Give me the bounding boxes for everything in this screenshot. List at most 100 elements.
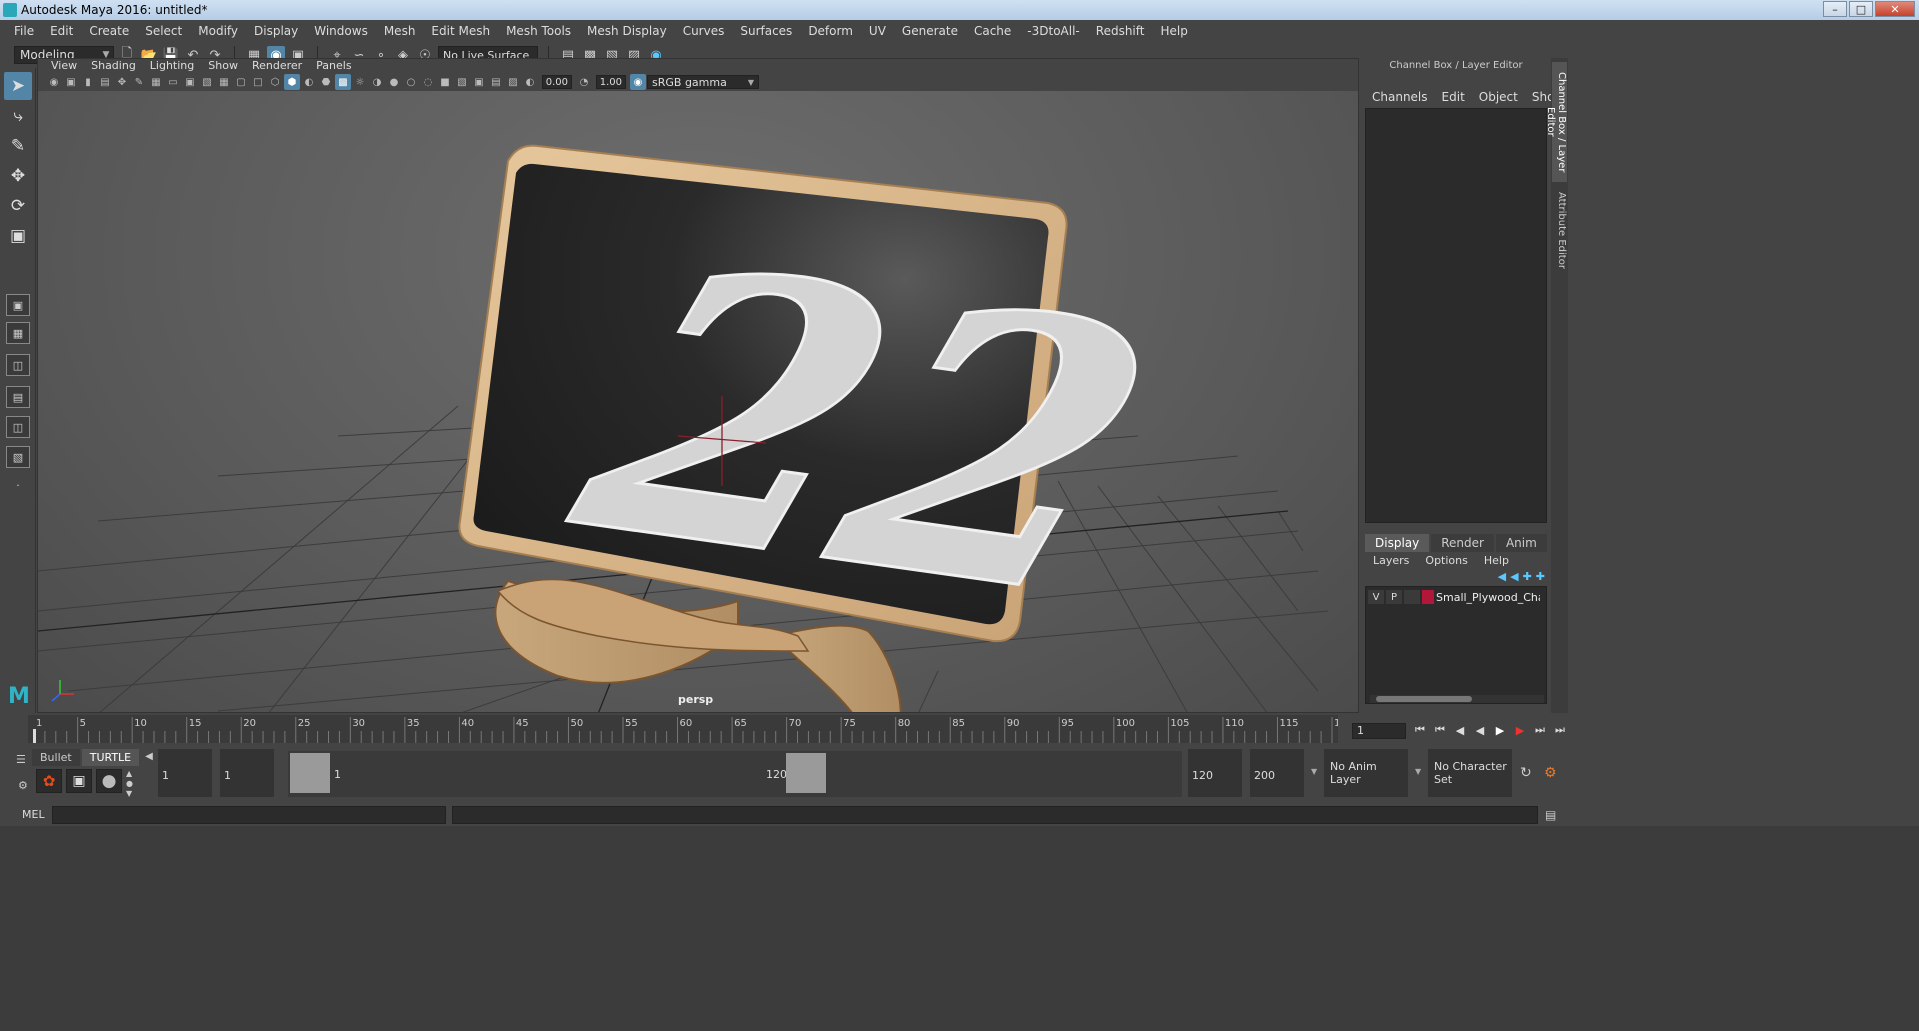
panel-menu-show[interactable]: Show — [201, 59, 245, 73]
menu-generate[interactable]: Generate — [894, 24, 966, 38]
layer-name[interactable]: Small_Plywood_Chalkbo — [1436, 591, 1540, 604]
script-language-label[interactable]: MEL — [22, 808, 45, 821]
menu-cache[interactable]: Cache — [966, 24, 1019, 38]
turtle-bake-icon[interactable]: ▣ — [66, 769, 92, 793]
gamma-field[interactable]: 1.00 — [596, 75, 626, 89]
viewport-persp[interactable]: View Shading Lighting Show Renderer Pane… — [37, 58, 1359, 713]
menu-help[interactable]: Help — [1152, 24, 1195, 38]
layer-list-scrollbar[interactable] — [1370, 695, 1544, 703]
layer-playback-toggle[interactable]: P — [1386, 590, 1402, 604]
safe-title-icon[interactable]: □ — [250, 74, 266, 90]
layer-visibility-toggle[interactable]: V — [1368, 590, 1384, 604]
menu-create[interactable]: Create — [81, 24, 137, 38]
turtle-render-icon[interactable]: ✿ — [36, 769, 62, 793]
xray-icon[interactable]: ▣ — [471, 74, 487, 90]
wireframe-icon[interactable]: ⬡ — [267, 74, 283, 90]
use-default-material-icon[interactable]: ◐ — [301, 74, 317, 90]
gate-mask-icon[interactable]: ▧ — [199, 74, 215, 90]
shelf-tab-bullet[interactable]: Bullet — [32, 749, 80, 766]
tab-anim[interactable]: Anim — [1495, 534, 1547, 552]
go-to-end-icon[interactable]: ⏭ — [1552, 721, 1568, 739]
scale-tool-icon[interactable]: ▣ — [4, 222, 32, 250]
exposure-field[interactable]: 0.00 — [542, 75, 572, 89]
step-forward-key-icon[interactable]: ⏭ — [1532, 721, 1548, 739]
play-backwards-icon[interactable]: ◀ — [1472, 721, 1488, 739]
menu-3dtoall[interactable]: -3DtoAll- — [1019, 24, 1087, 38]
persp-outliner-layout-icon[interactable]: ◫ — [6, 354, 30, 376]
auto-key-icon[interactable]: ↻ — [1520, 765, 1532, 781]
resolution-gate-icon[interactable]: ▣ — [182, 74, 198, 90]
layer-row[interactable]: V P Small_Plywood_Chalkbo — [1368, 589, 1544, 605]
command-input[interactable] — [52, 806, 446, 824]
move-layer-up-icon[interactable]: ◀ — [1498, 570, 1506, 583]
single-perspective-layout-icon[interactable]: ▣ — [6, 294, 30, 316]
select-tool-icon[interactable]: ➤ — [4, 72, 32, 100]
menu-display[interactable]: Display — [246, 24, 306, 38]
menu-deform[interactable]: Deform — [800, 24, 861, 38]
lasso-tool-icon[interactable]: ⤷ — [4, 102, 32, 130]
persp-hypershade-layout-icon[interactable]: ◫ — [6, 416, 30, 438]
channel-box-menu-channels[interactable]: Channels — [1365, 90, 1435, 104]
chevron-down-icon[interactable]: ▼ — [1415, 767, 1421, 776]
tab-channel-box-layer-editor[interactable]: Channel Box / Layer Editor — [1545, 62, 1567, 182]
screen-space-ao-icon[interactable]: ● — [386, 74, 402, 90]
xray-components-icon[interactable]: ▨ — [505, 74, 521, 90]
step-back-frame-icon[interactable]: ◀ — [1452, 721, 1468, 739]
use-all-lights-icon[interactable]: ☼ — [352, 74, 368, 90]
menu-edit[interactable]: Edit — [42, 24, 81, 38]
panel-menu-renderer[interactable]: Renderer — [245, 59, 309, 73]
script-editor-icon[interactable]: ▤ — [1545, 808, 1556, 822]
tab-render[interactable]: Render — [1431, 534, 1494, 552]
animation-end-field[interactable]: 200 — [1250, 749, 1304, 797]
menu-modify[interactable]: Modify — [190, 24, 246, 38]
channel-box-area[interactable] — [1365, 108, 1547, 523]
xray-joints-icon[interactable]: ▤ — [488, 74, 504, 90]
playback-end-field[interactable]: 120 — [1188, 749, 1242, 797]
safe-action-icon[interactable]: ▢ — [233, 74, 249, 90]
character-set-selector[interactable]: No Character Set — [1428, 749, 1512, 797]
layer-menu-layers[interactable]: Layers — [1365, 554, 1417, 567]
current-frame-field[interactable]: 1 — [1352, 723, 1406, 739]
panel-menu-view[interactable]: View — [44, 59, 84, 73]
anim-layer-selector[interactable]: No Anim Layer — [1324, 749, 1408, 797]
camera-icon[interactable]: ◉ — [46, 74, 62, 90]
channel-box-menu-edit[interactable]: Edit — [1435, 90, 1472, 104]
textured-icon[interactable]: ▩ — [335, 74, 351, 90]
persp-uv-layout-icon[interactable]: ▧ — [6, 446, 30, 468]
2d-pan-zoom-icon[interactable]: ✥ — [114, 74, 130, 90]
move-layer-down-icon[interactable]: ◀ — [1510, 570, 1518, 583]
playback-start-field[interactable]: 1 — [220, 749, 274, 797]
shelf-menu-icon[interactable]: ☰ — [16, 753, 26, 766]
play-forwards-icon[interactable]: ▶ — [1492, 721, 1508, 739]
color-management-icon[interactable]: ◉ — [630, 74, 646, 90]
menu-curves[interactable]: Curves — [675, 24, 733, 38]
new-layer-from-selection-icon[interactable]: ✚ — [1536, 570, 1545, 583]
menu-redshift[interactable]: Redshift — [1088, 24, 1153, 38]
menu-windows[interactable]: Windows — [306, 24, 376, 38]
panel-menu-panels[interactable]: Panels — [309, 59, 358, 73]
close-button[interactable]: ✕ — [1875, 1, 1915, 17]
range-end-handle[interactable] — [786, 753, 826, 793]
field-chart-icon[interactable]: ▦ — [216, 74, 232, 90]
shelf-scroll-left-icon[interactable]: ◀ — [141, 749, 157, 766]
layer-color-swatch[interactable] — [1422, 590, 1434, 604]
step-back-key-icon[interactable]: ⏮ — [1432, 721, 1448, 739]
menu-mesh-display[interactable]: Mesh Display — [579, 24, 675, 38]
shelf-scroll-icon[interactable]: ▲ ● ▼ — [126, 769, 133, 799]
bookmark-icon[interactable]: ▮ — [80, 74, 96, 90]
panel-menu-shading[interactable]: Shading — [84, 59, 143, 73]
rotate-tool-icon[interactable]: ⟳ — [4, 192, 32, 220]
maximize-button[interactable]: □ — [1849, 1, 1873, 17]
turtle-sphere-icon[interactable]: ● — [96, 769, 122, 793]
wireframe-on-shaded-icon[interactable]: ⬣ — [318, 74, 334, 90]
move-tool-icon[interactable]: ✥ — [4, 162, 32, 190]
menu-surfaces[interactable]: Surfaces — [732, 24, 800, 38]
tab-attribute-editor[interactable]: Attribute Editor — [1552, 190, 1567, 270]
animation-start-field[interactable]: 1 — [158, 749, 212, 797]
layout-expand-icon[interactable]: · — [6, 474, 30, 496]
menu-mesh-tools[interactable]: Mesh Tools — [498, 24, 579, 38]
panel-menu-lighting[interactable]: Lighting — [143, 59, 201, 73]
layer-display-type-toggle[interactable] — [1404, 590, 1420, 604]
shelf-tab-turtle[interactable]: TURTLE — [81, 749, 140, 766]
menu-uv[interactable]: UV — [861, 24, 894, 38]
